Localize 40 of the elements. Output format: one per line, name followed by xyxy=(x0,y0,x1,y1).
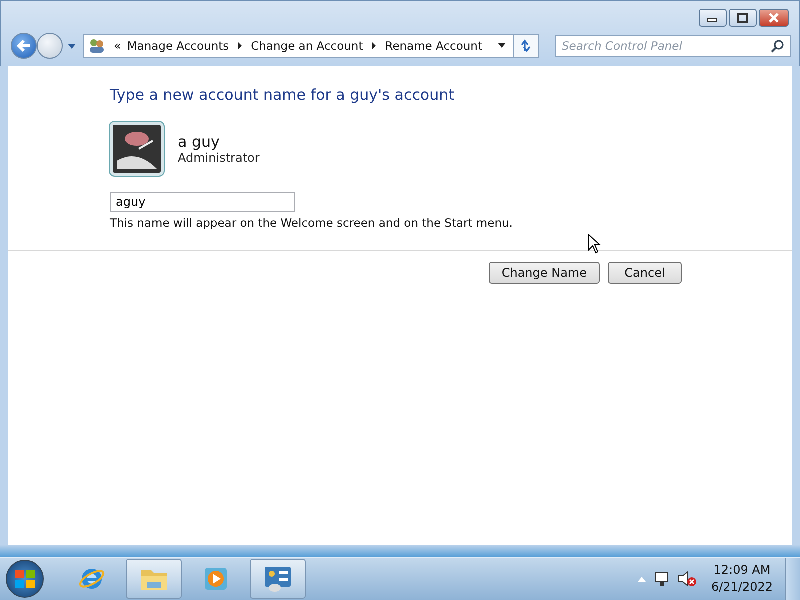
maximize-button[interactable] xyxy=(729,9,757,27)
breadcrumb-item[interactable]: Change an Account xyxy=(251,39,364,53)
new-name-field[interactable]: aguy xyxy=(110,192,295,212)
account-type: Administrator xyxy=(178,151,260,165)
forward-button[interactable] xyxy=(37,33,63,59)
close-button[interactable] xyxy=(759,9,789,27)
address-bar[interactable]: « Manage Accounts Change an Account Rename Account xyxy=(83,34,514,58)
search-field[interactable]: Search Control Panel xyxy=(555,35,791,57)
account-name: a guy xyxy=(178,133,221,151)
mouse-cursor-icon xyxy=(588,234,602,254)
dialog-button[interactable]: Change Name xyxy=(488,262,600,284)
back-button[interactable] xyxy=(11,33,37,59)
refresh-button[interactable] xyxy=(513,34,539,58)
users-icon xyxy=(88,38,106,54)
network-icon[interactable] xyxy=(653,570,672,588)
breadcrumb-item[interactable]: Manage Accounts xyxy=(127,39,230,53)
back-arrow-icon xyxy=(16,39,32,53)
dialog-button[interactable]: Cancel xyxy=(608,262,682,284)
search-icon xyxy=(771,39,785,53)
control-panel-icon xyxy=(263,565,293,593)
breadcrumb-item[interactable]: Rename Account xyxy=(385,39,482,53)
taskbar-button[interactable] xyxy=(250,559,306,599)
refresh-icon xyxy=(519,39,533,53)
taskbar-button[interactable] xyxy=(126,559,182,599)
start-button[interactable] xyxy=(6,560,44,598)
windows-logo-icon xyxy=(13,567,37,591)
clock-date[interactable]: 6/21/2022 xyxy=(711,579,773,596)
close-icon xyxy=(768,13,780,23)
minimize-button[interactable] xyxy=(699,9,727,27)
page-heading: Type a new account name for a guy's account xyxy=(110,86,456,104)
play-icon xyxy=(203,566,229,592)
overflow-chevron[interactable]: « xyxy=(114,39,122,53)
dropdown-caret-icon[interactable] xyxy=(497,43,507,49)
separator-arrow-icon[interactable] xyxy=(237,42,244,50)
maximize-icon xyxy=(737,13,749,23)
separator-arrow-icon[interactable] xyxy=(371,42,378,50)
speaker-muted-icon[interactable] xyxy=(677,570,698,588)
clock-time[interactable]: 12:09 AM xyxy=(714,562,771,579)
turntable-drawing xyxy=(117,129,157,169)
hint-text: This name will appear on the Welcome screen and on the Start menu. xyxy=(110,216,514,230)
